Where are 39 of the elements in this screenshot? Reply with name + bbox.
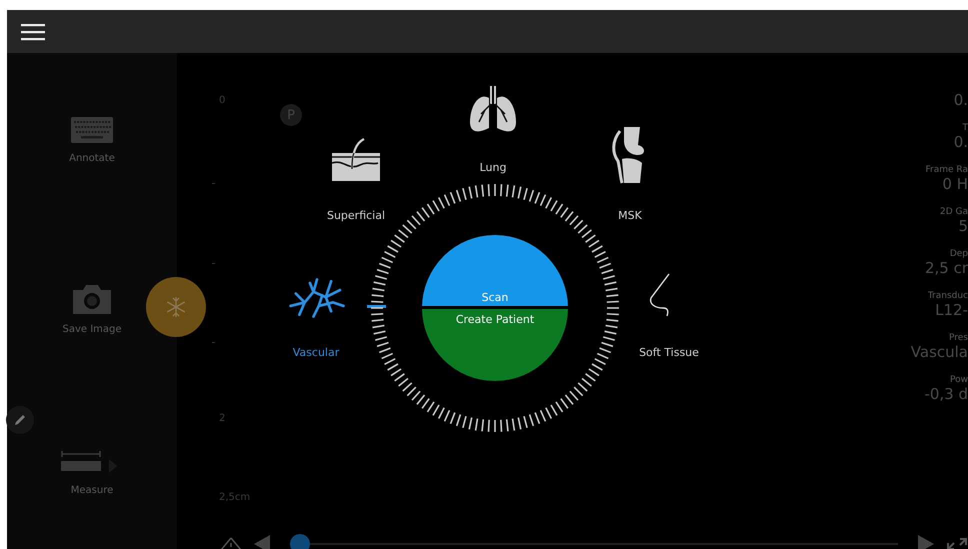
depth-tick (212, 263, 215, 264)
parameter-value: Vascula (910, 343, 968, 361)
parameter-value: 0. (954, 91, 968, 109)
depth-label: 0 (219, 95, 226, 106)
parameter-label: Transduc (928, 291, 968, 301)
create-patient-button[interactable]: Create Patient (422, 308, 568, 381)
parameter-value: 0. (954, 133, 968, 151)
parameter-label: Dep (950, 249, 968, 259)
tool-label[interactable]: Measure (70, 485, 114, 496)
pencil-icon (13, 413, 27, 427)
parameter-label: Pres (949, 333, 968, 343)
parameter-value: -0,3 d (924, 385, 968, 403)
parameter-label: 2D Ga (940, 207, 968, 217)
mode-label[interactable]: Lung (480, 161, 506, 174)
parameter-label: Frame Ra (926, 165, 968, 175)
depth-tick (212, 342, 215, 343)
menu-icon[interactable] (21, 22, 45, 40)
parameter-value: 5 (958, 217, 968, 235)
snowflake-icon (165, 296, 187, 318)
depth-label: 2,5cm (219, 492, 250, 503)
parameter-label: T (962, 123, 968, 133)
parameter-value: 2,5 cr (924, 259, 968, 277)
tool-label[interactable]: Annotate (69, 153, 115, 164)
warning-icon[interactable] (220, 537, 242, 549)
fullscreen-icon[interactable] (946, 537, 968, 549)
mode-label[interactable]: Vascular (292, 346, 340, 359)
selection-indicator (367, 305, 386, 308)
mode-label[interactable]: Superficial (326, 209, 386, 222)
mode-label[interactable]: Soft Tissue (639, 346, 699, 359)
depth-label: 2 (219, 413, 226, 424)
parameter-label: Pow (950, 375, 968, 385)
slider-thumb[interactable] (290, 534, 310, 549)
skin-layers-icon[interactable] (330, 137, 380, 183)
depth-tick (212, 183, 215, 184)
parameter-value: 0 H (942, 175, 968, 193)
scan-button[interactable]: Scan (422, 235, 568, 306)
parameter-value: L12- (935, 301, 968, 319)
tool-label[interactable]: Save Image (62, 324, 122, 335)
mode-label[interactable]: MSK (618, 209, 642, 222)
